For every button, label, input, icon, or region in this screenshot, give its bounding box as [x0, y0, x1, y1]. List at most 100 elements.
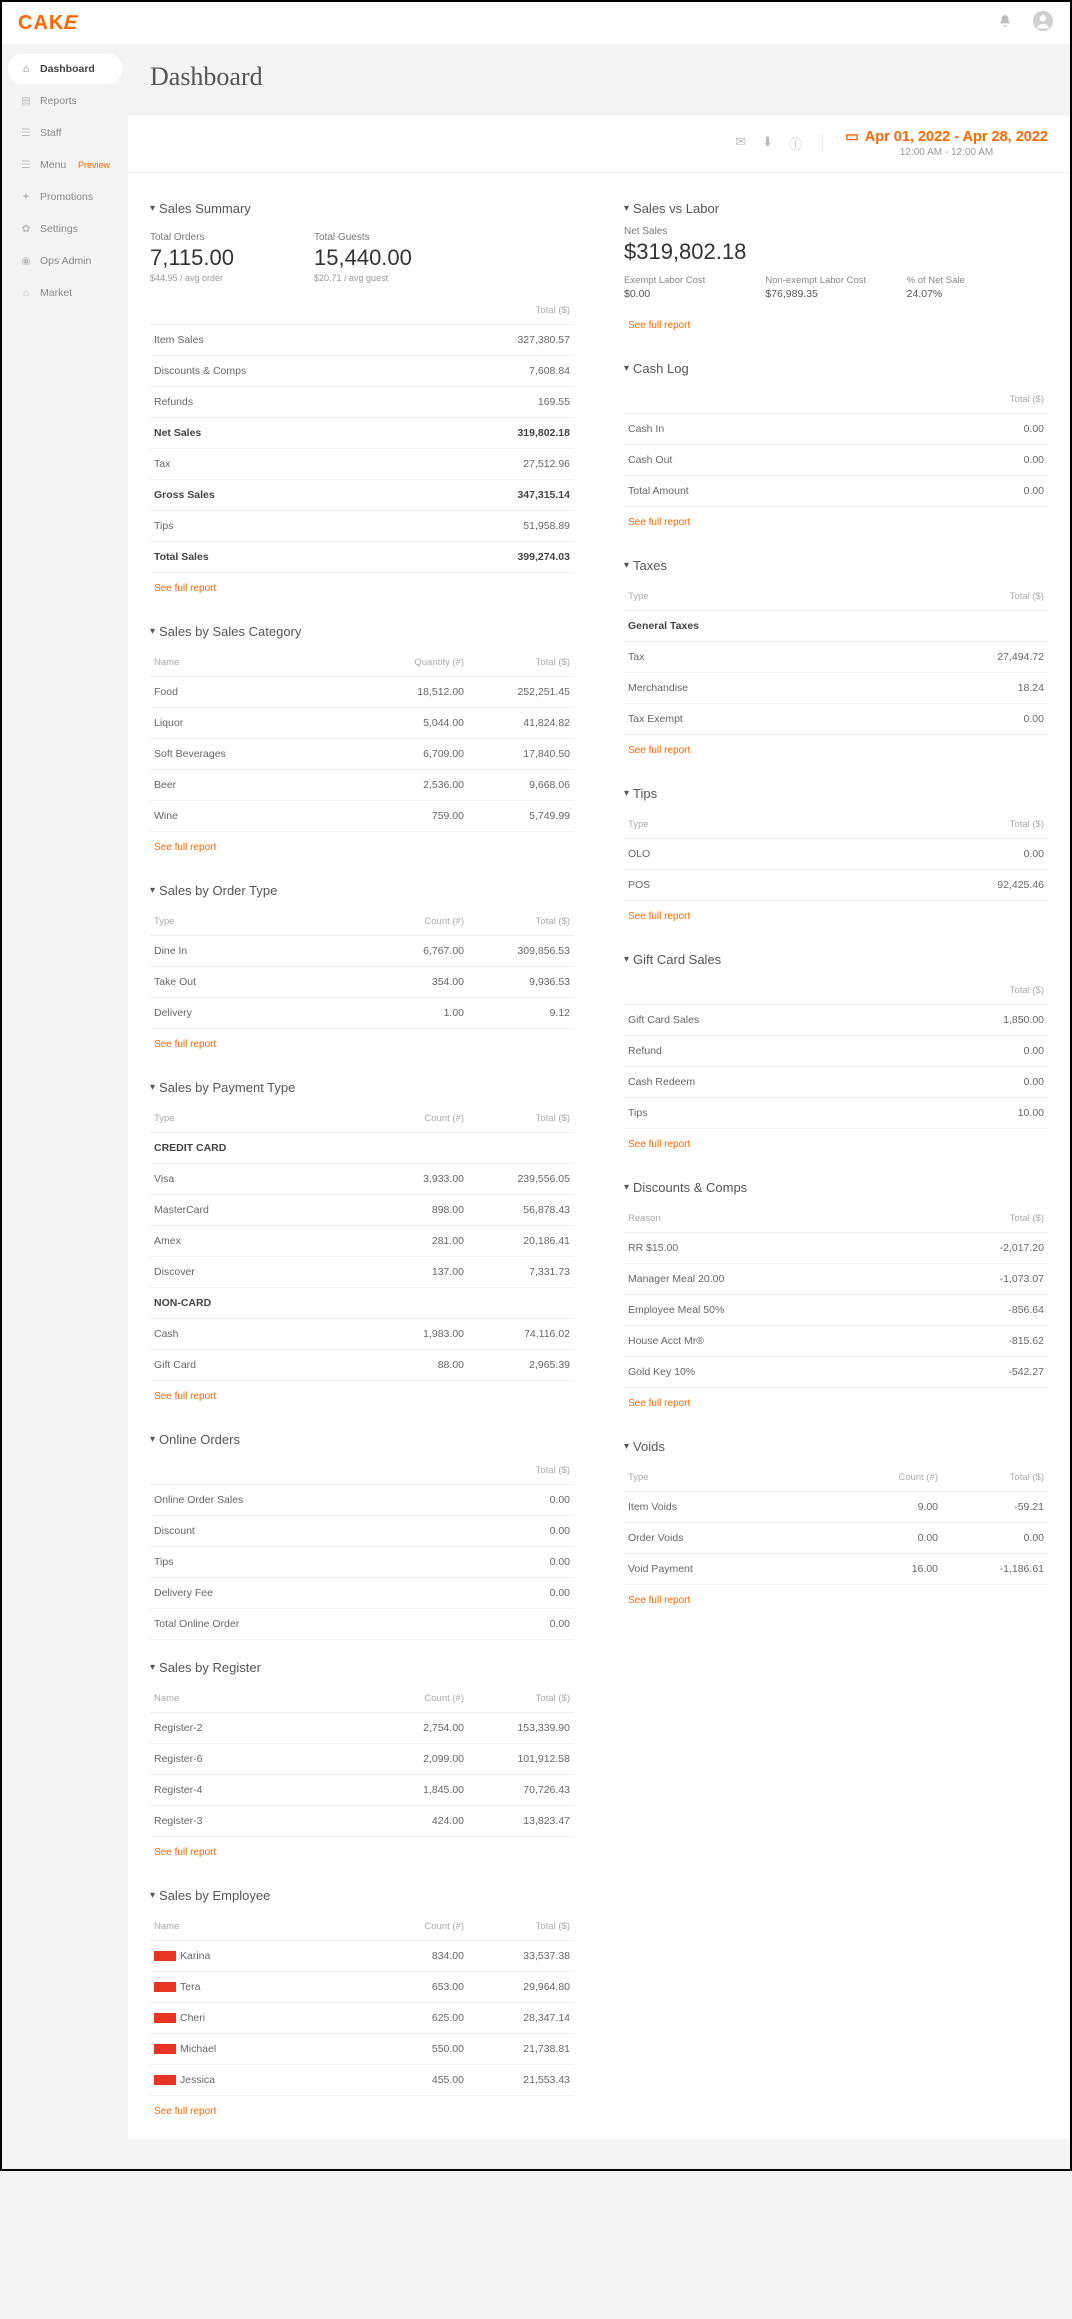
nav-dashboard[interactable]: ⌂Dashboard	[8, 54, 122, 84]
date-picker[interactable]: ▭Apr 01, 2022 - Apr 28, 2022 12:00 AM - …	[845, 129, 1048, 158]
tips-table: TypeTotal ($) OLO0.00POS92,425.46	[624, 811, 1048, 901]
table-row: Register-3424.0013,823.47	[150, 1806, 574, 1837]
see-full-report-link[interactable]: See full report	[624, 310, 694, 341]
see-full-report-link[interactable]: See full report	[150, 1381, 220, 1412]
email-icon[interactable]: ✉	[735, 134, 746, 153]
col-header: Total ($)	[878, 386, 1048, 414]
sales-vs-labor-card: Sales vs Labor Net Sales $319,802.18 Exe…	[614, 193, 1058, 353]
nav-menu[interactable]: ☰MenuPreview	[8, 150, 122, 180]
see-full-report-link[interactable]: See full report	[150, 2096, 220, 2127]
section-label: CREDIT CARD	[150, 1133, 574, 1164]
info-icon[interactable]: ⓘ	[789, 134, 802, 153]
cell-total: 13,823.47	[468, 1806, 574, 1837]
cell-value: 327,380.57	[404, 325, 574, 356]
see-full-report-link[interactable]: See full report	[150, 573, 220, 604]
card-title[interactable]: Online Orders	[150, 1432, 574, 1447]
nav-promotions[interactable]: ✦Promotions	[8, 182, 122, 212]
see-full-report-link[interactable]: See full report	[150, 832, 220, 863]
cash-log-card: Cash Log Total ($) Cash In0.00Cash Out0.…	[614, 353, 1058, 550]
table-row: Karina834.0033,537.38	[150, 1941, 574, 1972]
cell-qty: 3,933.00	[362, 1164, 468, 1195]
cell-name: Liquor	[150, 708, 362, 739]
kpi-label: Net Sales	[624, 226, 1048, 237]
cell-total: 101,912.58	[468, 1744, 574, 1775]
cell-qty: 550.00	[362, 2034, 468, 2065]
sales-summary-table: Total ($) Item Sales327,380.57Discounts …	[150, 297, 574, 573]
cell-name: Discover	[150, 1257, 362, 1288]
cell-qty: 0.00	[836, 1523, 942, 1554]
card-title[interactable]: Discounts & Comps	[624, 1180, 1048, 1195]
cell-value: -542.27	[878, 1357, 1048, 1388]
card-title[interactable]: Sales by Register	[150, 1660, 574, 1675]
card-title[interactable]: Sales by Employee	[150, 1888, 574, 1903]
table-row: Total Amount0.00	[624, 476, 1048, 507]
cell-total: 0.00	[942, 1523, 1048, 1554]
nav-ops-admin[interactable]: ◉Ops Admin	[8, 246, 122, 276]
kpi-sub: $44.95 / avg order	[150, 273, 234, 283]
cell-name: Visa	[150, 1164, 362, 1195]
voids-card: Voids TypeCount (#)Total ($) Item Voids9…	[614, 1431, 1058, 1628]
nav-staff[interactable]: ☰Staff	[8, 118, 122, 148]
cell-total: 7,331.73	[468, 1257, 574, 1288]
cell-total: 29,964.80	[468, 1972, 574, 2003]
card-title[interactable]: Sales by Payment Type	[150, 1080, 574, 1095]
card-title[interactable]: Sales by Order Type	[150, 883, 574, 898]
sales-summary-card: Sales Summary Total Orders 7,115.00 $44.…	[140, 193, 584, 616]
table-row: Jessica455.0021,553.43	[150, 2065, 574, 2096]
card-title[interactable]: Tips	[624, 786, 1048, 801]
cell-qty: 281.00	[362, 1226, 468, 1257]
cell-qty: 9.00	[836, 1492, 942, 1523]
see-full-report-link[interactable]: See full report	[624, 901, 694, 932]
section-row: CREDIT CARD	[150, 1133, 574, 1164]
cell-total: 309,856.53	[468, 936, 574, 967]
card-title[interactable]: Gift Card Sales	[624, 952, 1048, 967]
cell-value: 0.00	[404, 1485, 574, 1516]
see-full-report-link[interactable]: See full report	[624, 507, 694, 538]
redacted-block	[154, 1951, 176, 1961]
nav-market[interactable]: ⌂Market	[8, 278, 122, 308]
card-title[interactable]: Sales vs Labor	[624, 201, 1048, 216]
card-title[interactable]: Taxes	[624, 558, 1048, 573]
date-bar: ✉ ⬇ ⓘ ▭Apr 01, 2022 - Apr 28, 2022 12:00…	[128, 114, 1070, 173]
col-header: Total ($)	[942, 1464, 1048, 1492]
table-row: Total Sales399,274.03	[150, 542, 574, 573]
sales-by-order-type-card: Sales by Order Type TypeCount (#)Total (…	[140, 875, 584, 1072]
sidebar: ⌂Dashboard ▤Reports ☰Staff ☰MenuPreview …	[2, 44, 128, 2169]
cell-total: 5,749.99	[468, 801, 574, 832]
cell-value: 0.00	[878, 704, 1048, 735]
see-full-report-link[interactable]: See full report	[624, 1585, 694, 1616]
cell-label: Delivery Fee	[150, 1578, 404, 1609]
card-title[interactable]: Cash Log	[624, 361, 1048, 376]
see-full-report-link[interactable]: See full report	[150, 1029, 220, 1060]
user-avatar-icon[interactable]	[1032, 10, 1054, 37]
stat-value: $0.00	[624, 288, 765, 300]
see-full-report-link[interactable]: See full report	[624, 1129, 694, 1160]
table-row: Take Out354.009,936.53	[150, 967, 574, 998]
cell-value: 0.00	[878, 839, 1048, 870]
table-row: Void Payment16.00-1,186.61	[624, 1554, 1048, 1585]
see-full-report-link[interactable]: See full report	[150, 1837, 220, 1868]
table-row: Visa3,933.00239,556.05	[150, 1164, 574, 1195]
see-full-report-link[interactable]: See full report	[624, 735, 694, 766]
download-icon[interactable]: ⬇	[762, 134, 773, 153]
card-title[interactable]: Voids	[624, 1439, 1048, 1454]
cell-label: Tax	[150, 449, 404, 480]
nav-label: Promotions	[40, 191, 93, 203]
cell-value: 0.00	[404, 1516, 574, 1547]
table-row: Online Order Sales0.00	[150, 1485, 574, 1516]
card-title[interactable]: Sales Summary	[150, 201, 574, 216]
see-full-report-link[interactable]: See full report	[624, 1388, 694, 1419]
table-row: Order Voids0.000.00	[624, 1523, 1048, 1554]
col-header: Total ($)	[468, 1105, 574, 1133]
discounts-table: ReasonTotal ($) RR $15.00-2,017.20Manage…	[624, 1205, 1048, 1388]
cell-value: 399,274.03	[404, 542, 574, 573]
cell-total: 21,738.81	[468, 2034, 574, 2065]
gear-icon: ✿	[20, 223, 32, 235]
cell-label: Total Amount	[624, 476, 878, 507]
nav-reports[interactable]: ▤Reports	[8, 86, 122, 116]
nav-settings[interactable]: ✿Settings	[8, 214, 122, 244]
cell-name: Karina	[150, 1941, 362, 1972]
nav-label: Reports	[40, 95, 77, 107]
notifications-icon[interactable]	[998, 14, 1012, 33]
card-title[interactable]: Sales by Sales Category	[150, 624, 574, 639]
